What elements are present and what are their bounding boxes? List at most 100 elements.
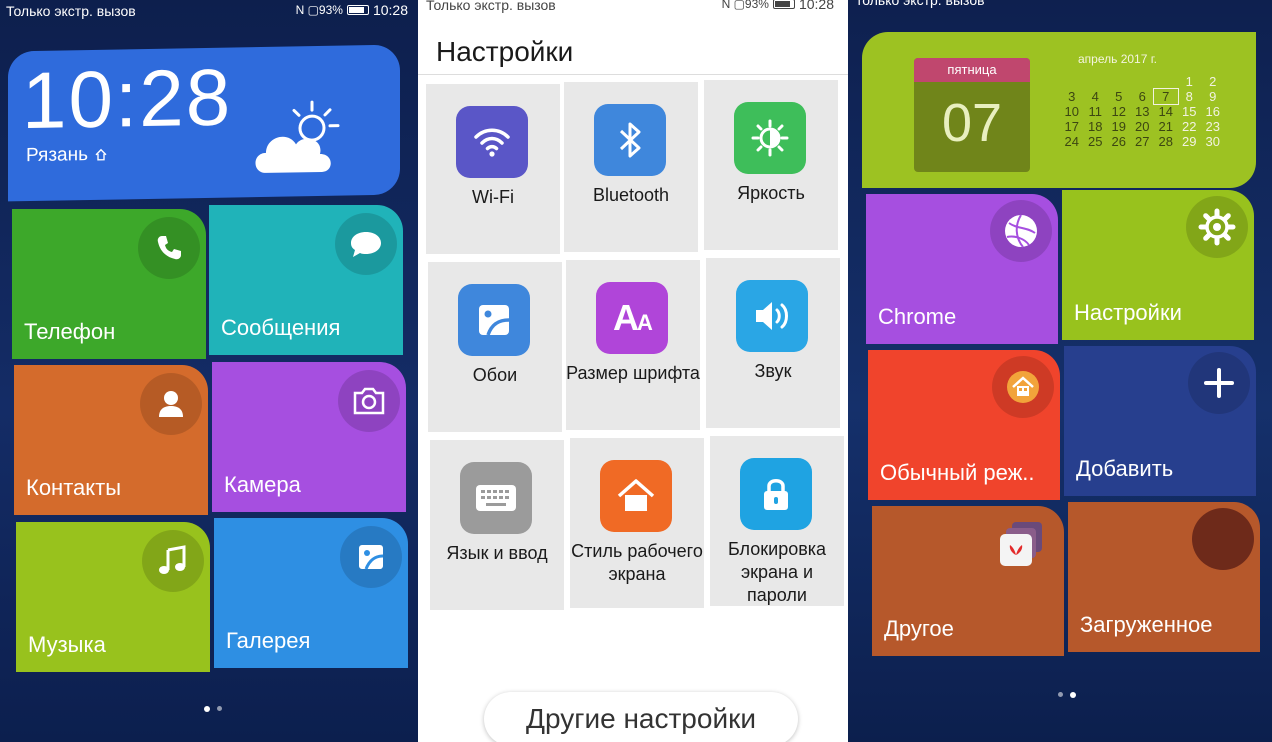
calendar-week-row: 12 <box>1060 74 1240 89</box>
calendar-widget[interactable]: пятница 07 апрель 2017 г. 1 2 3 4 5 6 7 8 9 10 11 1… <box>862 32 1256 188</box>
settings-item-font-size[interactable]: AA Размер шрифта <box>566 260 700 430</box>
settings-item-lock-screen[interactable]: Блокировка экрана и пароли <box>710 436 844 606</box>
font-size-icon: AA <box>596 282 668 354</box>
page-dot-1 <box>204 706 210 712</box>
calendar-date <box>1107 74 1131 89</box>
tile-normal-mode[interactable]: Обычный реж.. <box>868 350 1060 500</box>
page-dot-2 <box>217 706 222 711</box>
tile-other-label: Другое <box>884 616 954 641</box>
calendar-date: 4 <box>1091 89 1099 104</box>
page-indicator <box>1058 692 1076 698</box>
page-title: Настройки <box>436 36 574 67</box>
message-bubble-icon <box>335 213 397 275</box>
calendar-date: 21 <box>1158 119 1173 134</box>
carrier-text: Только экстр. вызов <box>426 0 556 13</box>
tile-normal-mode-label: Обычный реж.. <box>880 460 1035 485</box>
carrier-text: Только экстр. вызов <box>6 3 136 19</box>
calendar-date: 13 <box>1135 104 1150 119</box>
status-time: 10:28 <box>372 2 408 18</box>
calendar-month-grid: 1 2 3 4 5 6 7 8 9 10 11 12 13 14 15 16 17 18 19 20 21 22 23 24 2… <box>1060 74 1240 149</box>
home-icon <box>95 148 107 161</box>
calendar-date: 11 <box>1088 104 1103 119</box>
weather-clock-widget[interactable]: 10:28 Рязань <box>8 44 400 202</box>
home-screen-panel: Только экстр. вызов N ▢93% 10:28 10:28 Р… <box>0 0 418 742</box>
calendar-date: 10 <box>1064 104 1079 119</box>
tile-other[interactable]: Другое <box>872 506 1064 656</box>
gallery-icon <box>340 526 402 588</box>
weather-cloudy-sun-icon <box>255 100 340 173</box>
calendar-week-row: 34 5678 9 <box>1060 88 1240 105</box>
calendar-date: 15 <box>1182 104 1197 119</box>
tile-add[interactable]: Добавить <box>1064 346 1256 496</box>
more-settings-button[interactable]: Другие настройки <box>484 692 798 742</box>
tile-gallery-label: Галерея <box>226 628 311 653</box>
calendar-date: 2 <box>1209 74 1217 89</box>
settings-panel: Только экстр. вызов N ▢93% 10:28 Настрой… <box>418 0 848 742</box>
tile-phone-label: Телефон <box>24 319 116 344</box>
status-bar: Только экстр. вызов N ▢93% 10:28 <box>418 0 848 16</box>
settings-item-bluetooth[interactable]: Bluetooth <box>564 82 698 252</box>
calendar-week-row: 10 11 12 13 14 15 16 <box>1060 104 1240 119</box>
settings-item-brightness[interactable]: Яркость <box>704 80 838 250</box>
tile-phone[interactable]: Телефон <box>12 209 206 359</box>
brightness-icon <box>734 102 806 174</box>
calendar-date: 1 <box>1185 74 1193 89</box>
status-time: 10:28 <box>798 0 834 12</box>
settings-item-wifi[interactable]: Wi-Fi <box>426 84 560 254</box>
wallpaper-icon <box>458 284 530 356</box>
calendar-month: апрель 2017 г. <box>1078 52 1157 66</box>
status-bar: Только экстр. вызов N ▢93% 10:28 <box>0 0 418 22</box>
calendar-date: 7 <box>1153 88 1179 105</box>
calendar-date: 22 <box>1182 119 1197 134</box>
status-indicators: N ▢93% <box>295 3 343 17</box>
tile-chrome[interactable]: Chrome <box>866 194 1058 344</box>
chrome-globe-icon <box>990 200 1052 262</box>
carrier-text: только экстр. вызов <box>856 0 985 8</box>
tile-messages[interactable]: Сообщения <box>209 205 403 355</box>
calendar-date: 5 <box>1115 89 1123 104</box>
settings-item-label: Wi-Fi <box>472 187 514 207</box>
calendar-date: 20 <box>1135 119 1150 134</box>
calendar-date: 25 <box>1088 134 1103 149</box>
calendar-day-card: пятница 07 <box>914 58 1030 172</box>
tile-music[interactable]: Музыка <box>16 522 210 672</box>
settings-item-language[interactable]: Язык и ввод <box>430 440 564 610</box>
calendar-date <box>1060 74 1084 89</box>
tile-contacts[interactable]: Контакты <box>14 365 208 515</box>
title-divider <box>418 74 848 75</box>
wifi-icon <box>456 106 528 178</box>
settings-item-sound[interactable]: Звук <box>706 258 840 428</box>
tile-contacts-label: Контакты <box>26 475 122 500</box>
settings-item-wallpaper[interactable]: Обои <box>428 262 562 432</box>
calendar-date: 9 <box>1209 89 1217 104</box>
tile-camera-label: Камера <box>224 472 301 497</box>
tile-downloaded-label: Загруженное <box>1080 612 1213 637</box>
settings-item-label: Bluetooth <box>592 185 670 205</box>
calendar-weekday: пятница <box>914 58 1030 82</box>
settings-item-home-style[interactable]: Стиль рабочего экрана <box>570 438 704 608</box>
calendar-week-row: 17 18 19 20 21 22 23 <box>1060 119 1240 134</box>
settings-item-label: Звук <box>754 361 792 381</box>
page-dot-2 <box>1070 692 1076 698</box>
calendar-date: 23 <box>1205 119 1220 134</box>
calendar-date: 14 <box>1158 104 1173 119</box>
calendar-date: 17 <box>1064 119 1079 134</box>
tile-gallery[interactable]: Галерея <box>214 518 408 668</box>
battery-icon <box>346 5 369 15</box>
downloaded-app-icon <box>1192 508 1254 570</box>
bluetooth-icon <box>594 104 666 176</box>
settings-item-label: Размер шрифта <box>566 363 700 383</box>
keyboard-icon <box>460 462 532 534</box>
calendar-date: 8 <box>1185 89 1193 104</box>
calendar-date: 12 <box>1111 104 1126 119</box>
calendar-date <box>1154 74 1178 89</box>
calendar-date: 19 <box>1111 119 1126 134</box>
tile-settings[interactable]: Настройки <box>1062 190 1254 340</box>
lock-icon <box>740 458 812 530</box>
tile-downloaded[interactable]: Загруженное <box>1068 502 1260 652</box>
settings-grid: Wi-Fi Bluetooth Яркость Обои AA Размер ш… <box>424 80 844 612</box>
calendar-date: 27 <box>1135 134 1150 149</box>
tile-add-label: Добавить <box>1076 456 1174 481</box>
tile-camera[interactable]: Камера <box>212 362 406 512</box>
calendar-date <box>1131 74 1155 89</box>
